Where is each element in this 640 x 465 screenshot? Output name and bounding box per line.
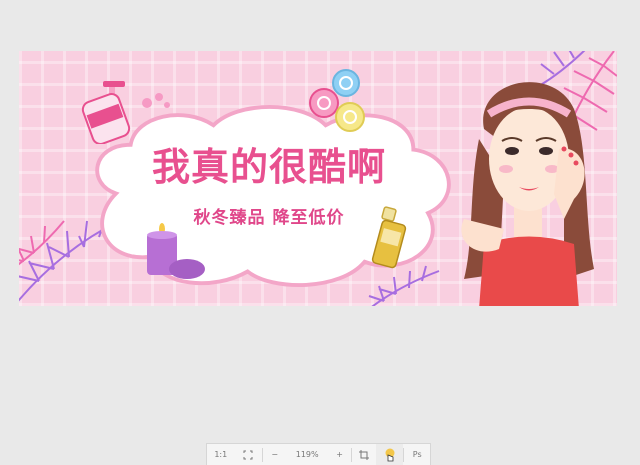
- woman-illustration: [461, 82, 594, 306]
- actual-size-button[interactable]: 1:1: [207, 444, 235, 465]
- zoom-level-label: 119%: [295, 450, 319, 459]
- bubbles-icon: [142, 93, 170, 108]
- banner-headline: 我真的很酷啊: [151, 144, 386, 189]
- zoom-in-button[interactable]: +: [328, 444, 352, 465]
- zoom-out-label: −: [271, 450, 279, 459]
- viewer-toolbar: 1:1 − 119% + Ps: [206, 443, 431, 465]
- fit-screen-button[interactable]: [235, 444, 263, 465]
- banner-canvas: 我真的很酷啊 秋冬臻品 降至低价: [19, 51, 617, 306]
- candle-icon: [147, 223, 205, 279]
- crop-button[interactable]: [352, 444, 376, 465]
- pointer-hand-icon: [385, 448, 395, 461]
- actual-size-label: 1:1: [214, 450, 228, 459]
- sponge-rolls-icon: [309, 69, 365, 132]
- zoom-out-button[interactable]: −: [263, 444, 287, 465]
- photoshop-button[interactable]: Ps: [404, 444, 430, 465]
- zoom-level: 119%: [287, 444, 328, 465]
- photoshop-label: Ps: [412, 450, 422, 459]
- essence-bottle-icon: [371, 206, 407, 269]
- crop-icon: [359, 449, 370, 460]
- zoom-in-label: +: [336, 450, 343, 459]
- fit-screen-icon: [243, 450, 253, 459]
- emoji-button[interactable]: [375, 444, 404, 465]
- pump-bottle-icon: [81, 81, 131, 144]
